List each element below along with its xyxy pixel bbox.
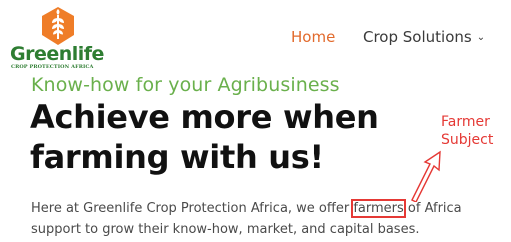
- nav-item-crop-solutions[interactable]: Crop Solutions ⌄: [363, 27, 485, 48]
- brand-tagline: CROP PROTECTION AFRICA: [11, 64, 94, 70]
- nav-item-crop-solutions-label: Crop Solutions: [363, 28, 472, 46]
- farmers-highlight: farmers: [351, 199, 406, 218]
- hero-headline-line-1: Achieve more when: [30, 98, 379, 136]
- hero-body-text-after: of Africa: [403, 201, 462, 216]
- hero-body-line-2: support to grow their know-how, market, …: [31, 222, 420, 237]
- chevron-down-icon[interactable]: ⌄: [477, 28, 485, 48]
- hero-headline: Achieve more when farming with us!: [30, 97, 379, 177]
- hero-body: Here at Greenlife Crop Protection Africa…: [31, 198, 462, 240]
- main-nav: Home Crop Solutions ⌄: [0, 27, 511, 49]
- hero-headline-line-2: farming with us!: [30, 138, 324, 176]
- annotation-line-1: Farmer: [441, 114, 490, 130]
- nav-item-home[interactable]: Home: [291, 27, 335, 47]
- hero-body-text-before: Here at Greenlife Crop Protection Africa…: [31, 201, 354, 216]
- hero-kicker: Know-how for your Agribusiness: [31, 74, 340, 96]
- farmer-subject-annotation: Farmer Subject: [441, 113, 493, 149]
- arrow-icon: [411, 150, 441, 202]
- annotation-line-2: Subject: [441, 132, 494, 148]
